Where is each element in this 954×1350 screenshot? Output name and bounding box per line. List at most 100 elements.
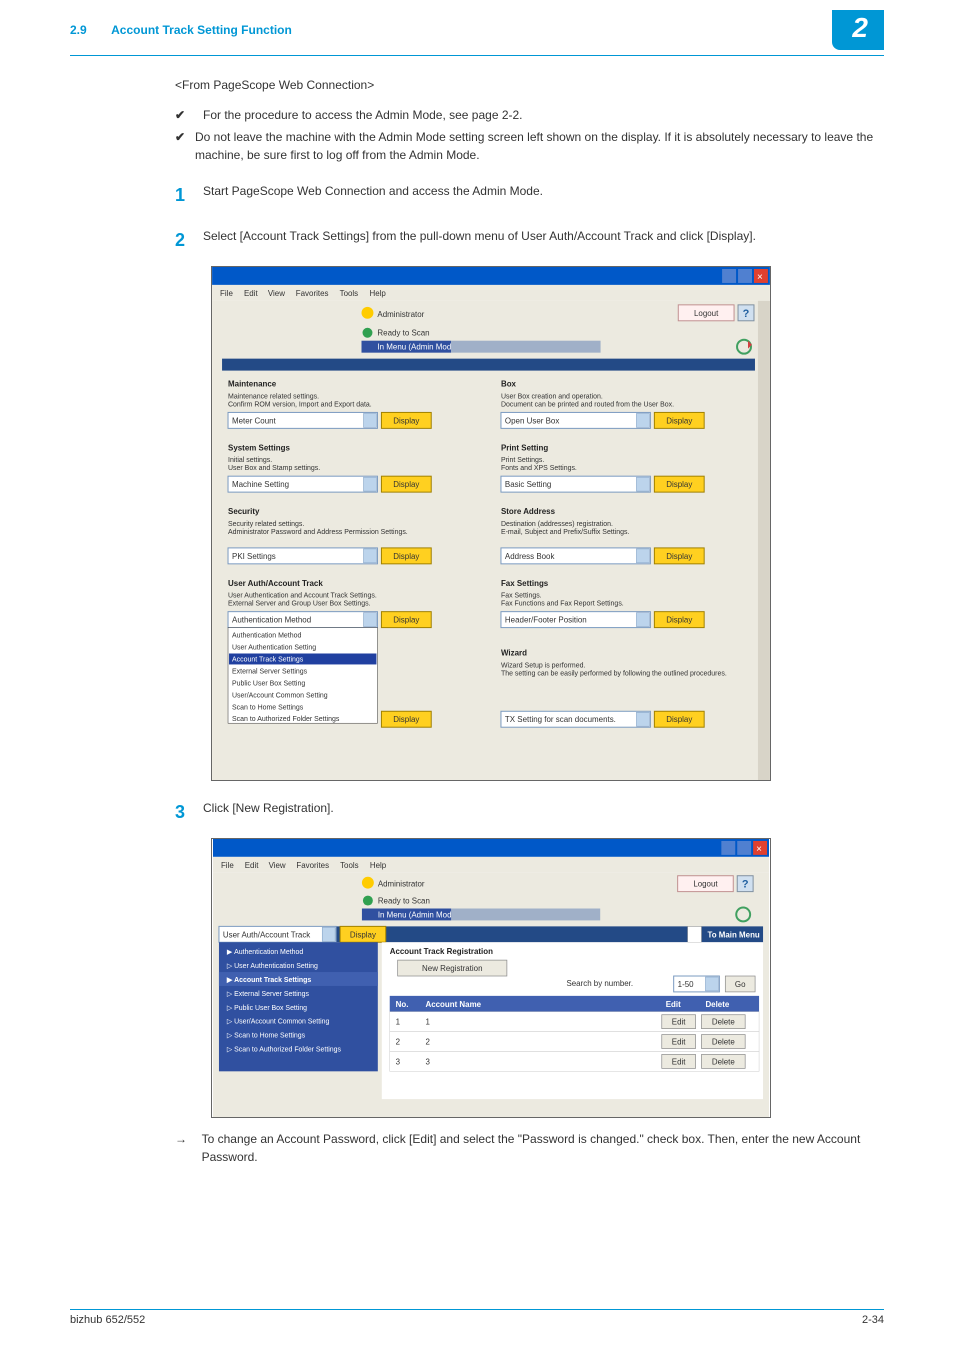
system-dd-value: Machine Setting bbox=[232, 480, 289, 489]
userauth-display-label: Display bbox=[393, 616, 419, 625]
menu-tools[interactable]: Tools bbox=[340, 289, 359, 298]
userauth-item-4[interactable]: Public User Box Setting bbox=[232, 680, 305, 687]
chevron-down-icon[interactable] bbox=[322, 927, 335, 941]
wizard-title: Wizard bbox=[501, 648, 527, 657]
chevron-down-icon[interactable] bbox=[363, 613, 376, 627]
chevron-down-icon[interactable] bbox=[636, 613, 649, 627]
row2-name: 2 bbox=[425, 1038, 430, 1047]
wizard-desc1: Wizard Setup is performed. bbox=[501, 662, 585, 669]
help-icon: ? bbox=[743, 308, 750, 320]
minimize-icon[interactable] bbox=[721, 841, 735, 855]
precondition-1: For the procedure to access the Admin Mo… bbox=[203, 106, 523, 124]
sidebar-item-5[interactable]: ▷ User/Account Common Setting bbox=[227, 1019, 330, 1026]
menu-help[interactable]: Help bbox=[370, 861, 387, 870]
range-value: 1-50 bbox=[678, 980, 694, 989]
userauth-item-3[interactable]: External Server Settings bbox=[232, 668, 308, 675]
category-value: User Auth/Account Track bbox=[223, 930, 310, 939]
new-registration-label: New Registration bbox=[422, 964, 482, 973]
maintenance-desc2: Confirm ROM version, Import and Export d… bbox=[228, 401, 372, 408]
chevron-down-icon[interactable] bbox=[636, 549, 649, 563]
store-dd-value: Address Book bbox=[505, 552, 555, 561]
security-display-label: Display bbox=[393, 552, 419, 561]
step-number-3: 3 bbox=[175, 799, 203, 826]
screenshot-account-registration: × File Edit View Favorites Tools Help Ad… bbox=[211, 838, 884, 1118]
maintenance-dd-value: Meter Count bbox=[232, 416, 277, 425]
help-icon: ? bbox=[742, 879, 749, 891]
userauth-item-1[interactable]: User Authentication Setting bbox=[232, 645, 316, 652]
sidebar-item-6[interactable]: ▷ Scan to Home Settings bbox=[227, 1033, 306, 1040]
chevron-down-icon[interactable] bbox=[363, 413, 376, 427]
maximize-icon[interactable] bbox=[738, 269, 752, 283]
userauth-item-5[interactable]: User/Account Common Setting bbox=[232, 692, 328, 699]
menu-file[interactable]: File bbox=[220, 289, 233, 298]
step-text-2: Select [Account Track Settings] from the… bbox=[203, 227, 756, 254]
userauth-title: User Auth/Account Track bbox=[228, 579, 323, 588]
check-icon: ✔ bbox=[175, 128, 195, 164]
security-desc1: Security related settings. bbox=[228, 521, 304, 528]
chevron-down-icon[interactable] bbox=[636, 477, 649, 491]
menu-file[interactable]: File bbox=[221, 861, 234, 870]
menu-edit[interactable]: Edit bbox=[245, 861, 259, 870]
precondition-2: Do not leave the machine with the Admin … bbox=[195, 128, 884, 164]
sidebar-item-7[interactable]: ▷ Scan to Authorized Folder Settings bbox=[227, 1046, 342, 1053]
from-connection-heading: <From PageScope Web Connection> bbox=[175, 76, 884, 94]
store-desc2: E-mail, Subject and Prefix/Suffix Settin… bbox=[501, 529, 630, 536]
scrollbar[interactable] bbox=[758, 301, 770, 780]
header-rule bbox=[70, 55, 884, 56]
row1-edit-label: Edit bbox=[672, 1018, 686, 1027]
admin-icon bbox=[362, 307, 374, 319]
inmenu-label: In Menu (Admin Mode) bbox=[378, 910, 459, 919]
search-label: Search by number. bbox=[566, 979, 633, 988]
userauth-item-2: Account Track Settings bbox=[232, 656, 304, 663]
menu-favorites[interactable]: Favorites bbox=[296, 861, 329, 870]
wizard-dd-value: TX Setting for scan documents. bbox=[505, 715, 616, 724]
step-text-1: Start PageScope Web Connection and acces… bbox=[203, 182, 543, 209]
menu-help[interactable]: Help bbox=[369, 289, 386, 298]
chevron-down-icon[interactable] bbox=[363, 477, 376, 491]
sidebar-item-2[interactable]: ▶ Account Track Settings bbox=[226, 977, 312, 984]
box-desc1: User Box creation and operation. bbox=[501, 393, 603, 400]
to-main-icon-box[interactable] bbox=[688, 926, 702, 942]
maximize-icon[interactable] bbox=[737, 841, 751, 855]
menu-view[interactable]: View bbox=[269, 861, 286, 870]
userauth-item-7[interactable]: Scan to Authorized Folder Settings bbox=[232, 716, 340, 723]
row2-edit-label: Edit bbox=[672, 1038, 686, 1047]
sidebar-item-3[interactable]: ▷ External Server Settings bbox=[227, 991, 310, 998]
sidebar-item-4[interactable]: ▷ Public User Box Setting bbox=[227, 1005, 307, 1012]
menu-tools[interactable]: Tools bbox=[340, 861, 359, 870]
col-name: Account Name bbox=[425, 1000, 481, 1009]
ready-label: Ready to Scan bbox=[378, 897, 430, 906]
menu-view[interactable]: View bbox=[268, 289, 285, 298]
print-title: Print Setting bbox=[501, 443, 548, 452]
col-delete: Delete bbox=[705, 1000, 729, 1009]
userauth-item-0[interactable]: Authentication Method bbox=[232, 633, 301, 640]
main-title: Account Track Registration bbox=[390, 947, 493, 956]
minimize-icon[interactable] bbox=[722, 269, 736, 283]
admin-icon bbox=[362, 877, 374, 889]
sidebar-item-1[interactable]: ▷ User Authentication Setting bbox=[227, 963, 318, 970]
print-desc2: Fonts and XPS Settings. bbox=[501, 465, 577, 472]
menu-favorites[interactable]: Favorites bbox=[296, 289, 329, 298]
screenshot-admin-menu: × File Edit View Favorites Tools Help Ad… bbox=[211, 266, 884, 781]
print-display-label: Display bbox=[666, 480, 692, 489]
security-title: Security bbox=[228, 507, 260, 516]
to-main-label[interactable]: To Main Menu bbox=[707, 930, 759, 939]
check-icon: ✔ bbox=[175, 106, 203, 124]
system-display-label: Display bbox=[393, 480, 419, 489]
system-desc1: Initial settings. bbox=[228, 457, 272, 464]
row2-no: 2 bbox=[396, 1038, 401, 1047]
userauth-item-6[interactable]: Scan to Home Settings bbox=[232, 704, 304, 711]
chevron-down-icon[interactable] bbox=[636, 413, 649, 427]
sidebar-item-0[interactable]: ▶ Authentication Method bbox=[227, 949, 303, 956]
section-title: Account Track Setting Function bbox=[111, 23, 292, 37]
chevron-down-icon[interactable] bbox=[705, 977, 718, 991]
chevron-down-icon[interactable] bbox=[636, 712, 649, 726]
userauth-dd-value: Authentication Method bbox=[232, 616, 311, 625]
go-label: Go bbox=[735, 980, 746, 989]
maintenance-display-label: Display bbox=[393, 416, 419, 425]
security-desc2: Administrator Password and Address Permi… bbox=[228, 529, 408, 536]
userauth-desc2: External Server and Group User Box Setti… bbox=[228, 601, 371, 608]
close-x: × bbox=[757, 272, 763, 283]
menu-edit[interactable]: Edit bbox=[244, 289, 258, 298]
chevron-down-icon[interactable] bbox=[363, 549, 376, 563]
